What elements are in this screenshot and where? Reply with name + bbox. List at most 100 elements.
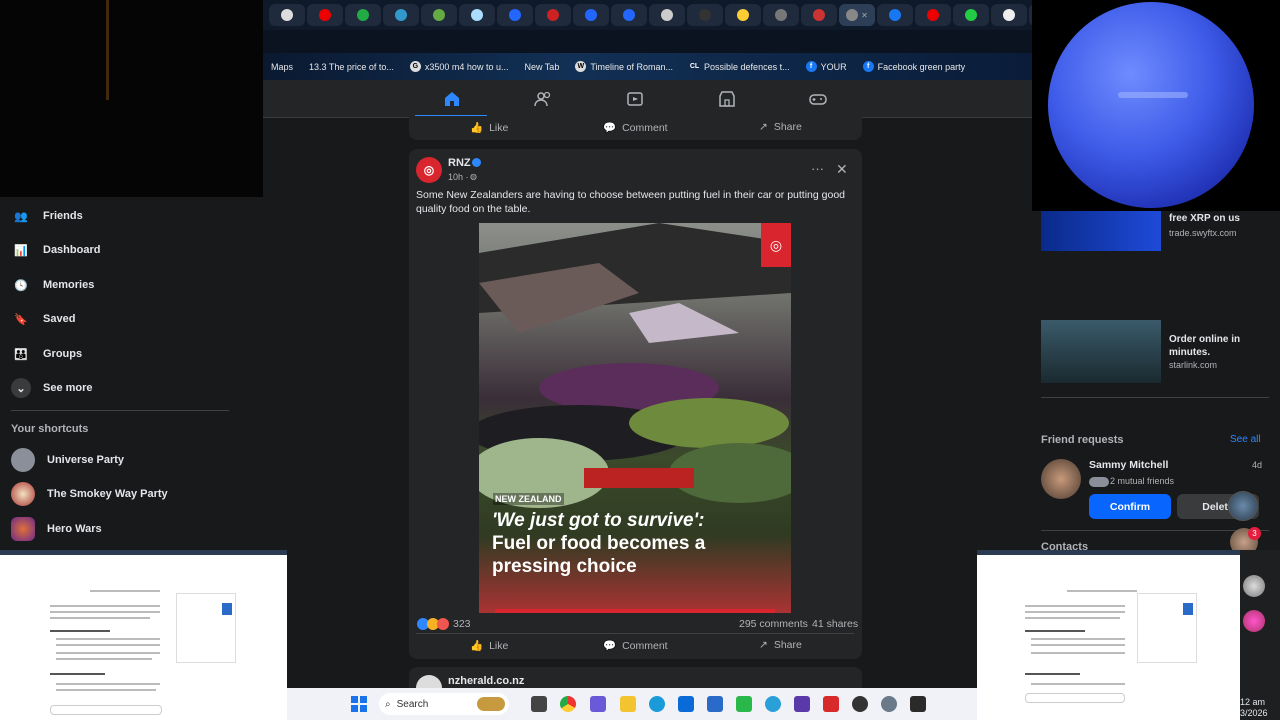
browser-tab[interactable] xyxy=(687,4,723,26)
browser-tab[interactable] xyxy=(307,4,343,26)
browser-tab-active[interactable]: ✕ xyxy=(839,4,875,26)
outlook-icon[interactable] xyxy=(678,696,694,712)
shortcuts-heading: Your shortcuts xyxy=(11,423,89,435)
task-view-icon[interactable] xyxy=(531,696,547,712)
friends-nav-icon[interactable] xyxy=(534,90,552,108)
taskbar-search[interactable]: ⌕ Search xyxy=(379,693,509,715)
post-timestamp[interactable]: 10h · xyxy=(448,172,469,182)
previous-post-like-button[interactable]: 👍 Like xyxy=(470,121,508,135)
see-all-link[interactable]: See all xyxy=(1230,434,1261,445)
bookmark-item[interactable]: Maps xyxy=(263,62,301,72)
settings-icon[interactable] xyxy=(881,696,897,712)
bookmark-item[interactable]: f Facebook green party xyxy=(855,61,974,72)
post-author[interactable]: RNZ xyxy=(448,157,471,169)
store-icon[interactable] xyxy=(707,696,723,712)
contact-avatar[interactable] xyxy=(1243,610,1265,632)
browser-tab[interactable] xyxy=(611,4,647,26)
next-post-author[interactable]: nzherald.co.nz xyxy=(448,675,524,687)
post-image[interactable]: ◎ NEW ZEALAND 'We just got to survive': … xyxy=(479,223,791,613)
comments-count[interactable]: 295 comments xyxy=(739,618,808,630)
close-post-icon[interactable]: ✕ xyxy=(836,161,848,178)
rnz-avatar[interactable]: ◎ xyxy=(416,157,442,183)
browser-tab[interactable] xyxy=(763,4,799,26)
sidebar-item-memories[interactable]: 🕓 Memories xyxy=(11,275,94,295)
app-icon[interactable] xyxy=(794,696,810,712)
bookmark-item[interactable]: New Tab xyxy=(516,62,567,72)
ad-domain[interactable]: trade.swyftx.com xyxy=(1169,228,1237,238)
sidebar-item-see-more[interactable]: ⌄ See more xyxy=(11,378,93,398)
ad-image-swyftx[interactable] xyxy=(1041,211,1161,251)
bookmark-item[interactable]: CL Possible defences t... xyxy=(681,61,798,72)
browser-tab[interactable] xyxy=(459,4,495,26)
edge-icon[interactable] xyxy=(649,696,665,712)
browser-tab[interactable] xyxy=(877,4,913,26)
comment-button[interactable]: 💬 Comment xyxy=(603,639,668,653)
chrome-icon[interactable] xyxy=(560,696,576,712)
care-reaction-icon xyxy=(437,618,449,630)
browser-tab[interactable] xyxy=(725,4,761,26)
ad-title[interactable]: Order online in minutes. xyxy=(1169,333,1269,359)
share-button[interactable]: ↗ Share xyxy=(759,639,802,651)
browser-tab[interactable] xyxy=(269,4,305,26)
browser-tab[interactable] xyxy=(421,4,457,26)
gaming-nav-icon[interactable] xyxy=(809,90,827,108)
sidebar-item-saved[interactable]: 🔖 Saved xyxy=(11,309,75,329)
sidebar-item-groups[interactable]: 👪 Groups xyxy=(11,344,82,364)
shortcut-smokey-way-party[interactable]: The Smokey Way Party xyxy=(11,482,168,506)
app-icon[interactable] xyxy=(590,696,606,712)
app-icon[interactable] xyxy=(910,696,926,712)
groups-icon: 👪 xyxy=(14,348,28,361)
friend-request-name[interactable]: Sammy Mitchell xyxy=(1089,459,1168,471)
browser-tab[interactable] xyxy=(573,4,609,26)
browser-tab[interactable] xyxy=(915,4,951,26)
browser-tab[interactable] xyxy=(535,4,571,26)
image-red-bar xyxy=(495,609,775,613)
browser-tab[interactable] xyxy=(383,4,419,26)
app-icon[interactable] xyxy=(736,696,752,712)
windows-start-icon[interactable] xyxy=(351,696,367,712)
notification-badge: 3 xyxy=(1248,527,1261,540)
ad-domain[interactable]: starlink.com xyxy=(1169,360,1217,370)
ad-image-starlink[interactable] xyxy=(1041,320,1161,383)
app-icon[interactable] xyxy=(823,696,839,712)
shortcut-universe-party[interactable]: Universe Party xyxy=(11,448,124,472)
bookmark-item[interactable]: f YOUR xyxy=(798,61,855,72)
more-options-icon[interactable]: ··· xyxy=(811,161,824,176)
previous-post-comment-button[interactable]: 💬 Comment xyxy=(603,121,668,135)
contact-avatar[interactable] xyxy=(1228,491,1258,521)
contact-avatar[interactable] xyxy=(1243,575,1265,597)
browser-tab[interactable] xyxy=(953,4,989,26)
video-nav-icon[interactable] xyxy=(626,90,644,108)
confirm-button[interactable]: Confirm xyxy=(1089,494,1171,519)
app-icon[interactable] xyxy=(852,696,868,712)
facebook-top-nav xyxy=(263,80,1032,118)
file-explorer-icon[interactable] xyxy=(620,696,636,712)
browser-tab[interactable] xyxy=(345,4,381,26)
previous-post-share-button[interactable]: ↗ Share xyxy=(759,121,802,133)
memories-icon: 🕓 xyxy=(14,279,28,292)
facebook-icon: f xyxy=(862,61,874,72)
address-bar[interactable] xyxy=(263,30,1032,53)
bookmark-item[interactable]: W Timeline of Roman... xyxy=(567,61,681,72)
shares-count[interactable]: 41 shares xyxy=(812,618,858,630)
marketplace-nav-icon[interactable] xyxy=(718,90,736,108)
ad-title[interactable]: free XRP on us xyxy=(1169,213,1240,224)
verified-icon xyxy=(472,158,481,167)
browser-tab[interactable] xyxy=(991,4,1027,26)
browser-tab[interactable] xyxy=(497,4,533,26)
bookmark-item[interactable]: Gx3500 m4 how to u... xyxy=(402,61,517,72)
home-icon[interactable] xyxy=(443,90,461,108)
browser-tab[interactable] xyxy=(801,4,837,26)
like-icon: 👍 xyxy=(470,640,484,652)
telegram-icon[interactable] xyxy=(765,696,781,712)
sidebar-item-friends[interactable]: 👥 Friends xyxy=(11,206,83,226)
reactions-summary[interactable]: 323 xyxy=(417,618,471,630)
friend-request-avatar[interactable] xyxy=(1041,459,1081,499)
image-headline-line2: Fuel or food becomes a xyxy=(492,533,706,554)
browser-tab[interactable] xyxy=(649,4,685,26)
sidebar-item-dashboard[interactable]: 📊 Dashboard xyxy=(11,240,100,260)
shortcut-hero-wars[interactable]: Hero Wars xyxy=(11,517,102,541)
like-button[interactable]: 👍 Like xyxy=(470,639,508,653)
close-icon[interactable]: ✕ xyxy=(861,11,868,20)
bookmark-item[interactable]: 13.3 The price of to... xyxy=(301,62,402,72)
